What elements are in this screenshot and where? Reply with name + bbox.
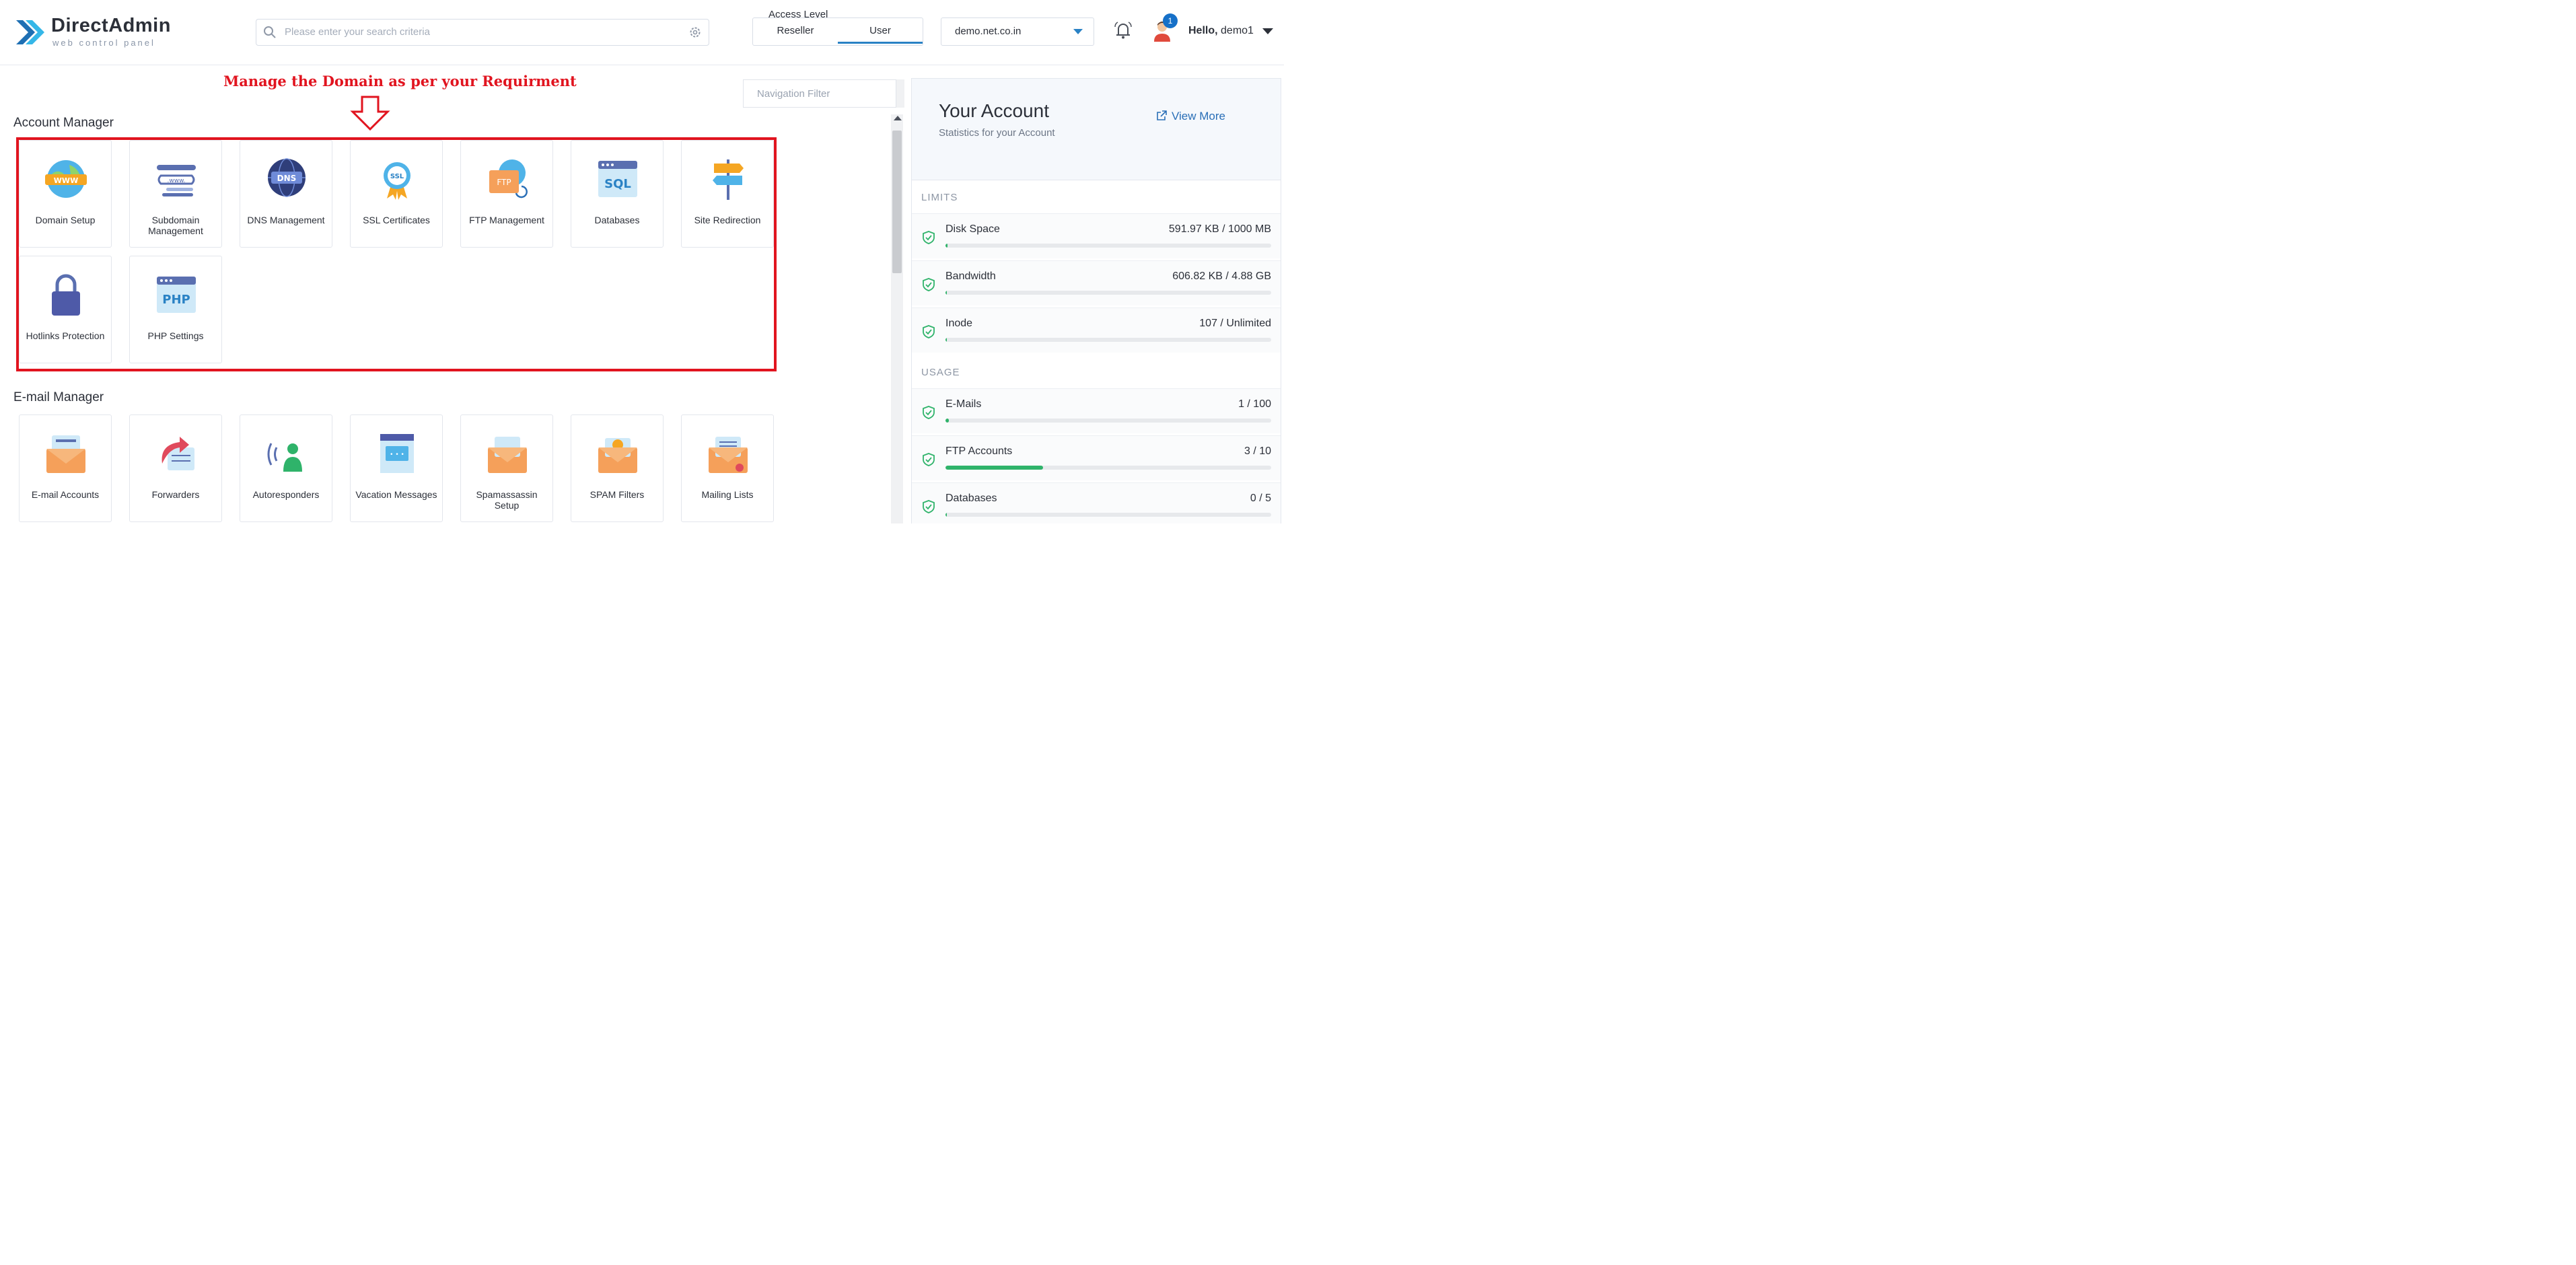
autoresponder-person-icon	[267, 443, 302, 472]
navigation-filter-placeholder: Navigation Filter	[757, 88, 830, 100]
view-more-link[interactable]: View More	[1172, 110, 1225, 123]
stat-row-usage: Databases 0 / 5	[912, 482, 1281, 523]
limits-heading: LIMITS	[921, 192, 958, 203]
navigation-filter-input[interactable]: Navigation Filter	[743, 79, 896, 108]
stat-value: 3 / 10	[1244, 445, 1271, 457]
account-header: Your Account Statistics for your Account…	[912, 79, 1281, 180]
stat-progress-fill	[945, 419, 949, 423]
svg-text:• • •: • • •	[390, 451, 404, 458]
stat-name: Databases	[945, 493, 997, 504]
user-greeting[interactable]: Hello, demo1	[1188, 25, 1254, 37]
tile-label: Forwarders	[151, 489, 200, 500]
tile-label: Vacation Messages	[355, 489, 437, 500]
domain-select-value: demo.net.co.in	[955, 26, 1022, 37]
user-menu-chevron-icon[interactable]	[1262, 28, 1273, 34]
stat-value: 606.82 KB / 4.88 GB	[1172, 270, 1271, 282]
stat-row-limits: Bandwidth 606.82 KB / 4.88 GB	[912, 260, 1281, 305]
search-placeholder: Please enter your search criteria	[285, 26, 430, 38]
tile-label: Spamassassin Setup	[476, 489, 538, 511]
stat-row-usage: FTP Accounts 3 / 10	[912, 435, 1281, 480]
greeting-label: Hello,	[1188, 25, 1218, 36]
stat-progress-bar	[945, 338, 1271, 342]
envelope-accounts-icon	[46, 435, 85, 473]
stat-name: Inode	[945, 318, 973, 329]
stat-name: Disk Space	[945, 223, 1000, 235]
tile-mailing-lists[interactable]: Mailing Lists	[681, 414, 774, 522]
tile-forwarders[interactable]: Forwarders	[129, 414, 222, 522]
stat-value: 1 / 100	[1238, 398, 1271, 410]
scroll-thumb[interactable]	[892, 131, 902, 273]
stat-name: FTP Accounts	[945, 445, 1013, 457]
stat-progress-bar	[945, 244, 1271, 248]
external-link-icon[interactable]	[1155, 110, 1168, 122]
domain-select[interactable]: demo.net.co.in	[941, 17, 1094, 46]
shield-check-icon	[923, 406, 935, 419]
tile-autoresponders[interactable]: Autoresponders	[240, 414, 332, 522]
stat-progress-fill	[945, 466, 1044, 470]
usage-heading: USAGE	[921, 367, 960, 378]
directadmin-logo-icon	[16, 20, 44, 44]
annotation-text: Manage the Domain as per your Requirment	[223, 73, 577, 89]
spam-filter-icon	[598, 438, 637, 473]
search-icon	[264, 26, 276, 38]
shield-check-icon	[923, 278, 935, 291]
chevron-down-icon	[1073, 29, 1083, 34]
mailing-list-icon	[709, 437, 748, 473]
top-bar: DirectAdmin web control panel Please ent…	[0, 0, 1284, 65]
gear-icon[interactable]	[688, 26, 702, 39]
stat-progress-bar	[945, 419, 1271, 423]
account-title: Your Account	[939, 100, 1049, 121]
down-arrow-icon	[350, 96, 390, 131]
directadmin-app: DirectAdmin web control panel Please ent…	[0, 0, 1284, 523]
brand-subtitle: web control panel	[52, 38, 155, 48]
search-input[interactable]: Please enter your search criteria	[256, 19, 709, 46]
brand-title: DirectAdmin	[51, 15, 171, 36]
user-name: demo1	[1221, 25, 1254, 36]
stat-progress-fill	[945, 338, 947, 342]
bell-icon[interactable]	[1112, 19, 1135, 42]
access-option-reseller[interactable]: Reseller	[753, 18, 838, 44]
stat-value: 107 / Unlimited	[1199, 318, 1271, 329]
tile-label: Mailing Lists	[701, 489, 754, 500]
shield-check-icon	[923, 500, 935, 513]
notification-badge: 1	[1163, 13, 1178, 28]
filter-scrollbar	[896, 79, 904, 108]
vacation-calendar-icon: • • •	[380, 434, 414, 473]
logo[interactable]: DirectAdmin web control panel	[13, 13, 175, 51]
your-account-panel: Your Account Statistics for your Account…	[911, 78, 1281, 523]
stat-progress-fill	[945, 513, 947, 517]
tile-spam-filters[interactable]: SPAM Filters	[571, 414, 664, 522]
stat-row-usage: E-Mails 1 / 100	[912, 388, 1281, 433]
email-manager-title: E-mail Manager	[13, 390, 104, 404]
account-manager-title: Account Manager	[13, 116, 114, 130]
access-option-user[interactable]: User	[838, 18, 923, 44]
tile-spamassassin-setup[interactable]: Spamassassin Setup	[460, 414, 553, 522]
stat-value: 591.97 KB / 1000 MB	[1168, 223, 1271, 235]
stat-name: Bandwidth	[945, 270, 996, 282]
stat-progress-bar	[945, 513, 1271, 517]
tile-label: Autoresponders	[252, 489, 320, 500]
annotation-highlight-box	[16, 137, 777, 371]
tile-label: SPAM Filters	[589, 489, 645, 500]
stat-name: E-Mails	[945, 398, 982, 410]
tile-vacation-messages[interactable]: • • • Vacation Messages	[350, 414, 443, 522]
stat-progress-fill	[945, 291, 947, 295]
account-subtitle: Statistics for your Account	[939, 127, 1055, 139]
access-level-toggle: Reseller User	[752, 17, 923, 46]
shield-check-icon	[923, 231, 935, 244]
shield-check-icon	[923, 325, 935, 338]
forward-envelope-icon	[162, 437, 194, 470]
stat-progress-bar	[945, 291, 1271, 295]
tile-email-accounts[interactable]: E-mail Accounts	[19, 414, 112, 522]
scroll-up-arrow-icon[interactable]	[894, 116, 902, 120]
spam-envelope-icon	[488, 437, 527, 473]
shield-check-icon	[923, 453, 935, 466]
stat-row-limits: Disk Space 591.97 KB / 1000 MB	[912, 213, 1281, 258]
tile-label: E-mail Accounts	[31, 489, 100, 500]
stat-row-limits: Inode 107 / Unlimited	[912, 308, 1281, 353]
stat-progress-fill	[945, 244, 947, 248]
stat-value: 0 / 5	[1250, 493, 1271, 504]
stat-progress-bar	[945, 466, 1271, 470]
